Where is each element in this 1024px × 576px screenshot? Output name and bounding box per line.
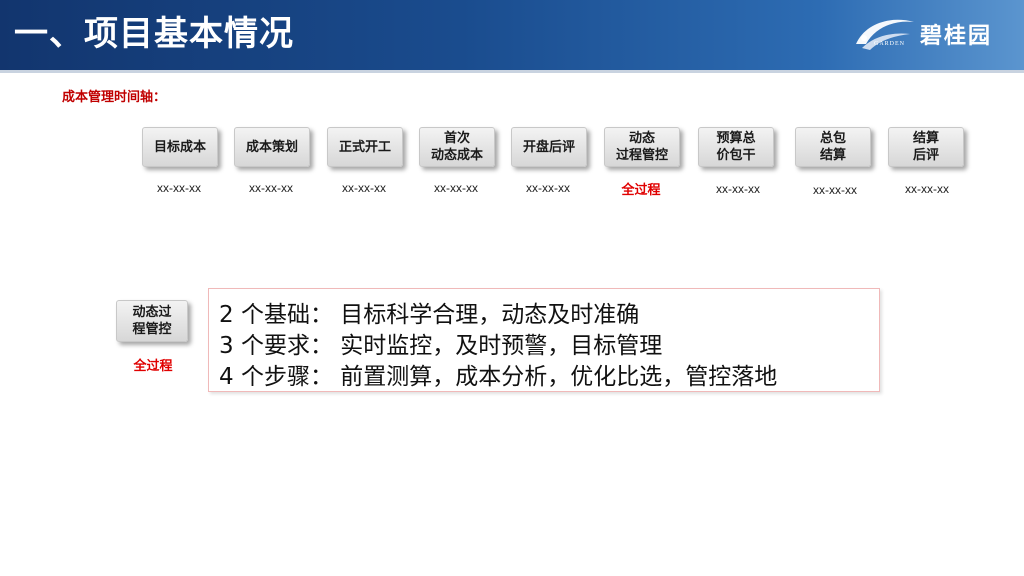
- timeline-date-highlight: 全过程: [621, 182, 661, 197]
- summary-line-foundations: 2 个基础： 目标科学合理，动态及时准确: [219, 302, 640, 328]
- timeline-date: xx-xx-xx: [813, 183, 857, 197]
- timeline-step-target-cost: 目标成本: [142, 127, 218, 167]
- timeline-step-cost-planning: 成本策划: [234, 127, 310, 167]
- timeline-step-dynamic-control: 动态 过程管控: [604, 127, 680, 167]
- timeline-step-settlement-review: 结算 后评: [888, 127, 964, 167]
- timeline-date: xx-xx-xx: [526, 181, 570, 195]
- timeline-step-opening-review: 开盘后评: [511, 127, 587, 167]
- timeline-date: xx-xx-xx: [716, 182, 760, 196]
- header-divider: [0, 70, 1024, 73]
- logo-swirl-icon: [856, 19, 914, 50]
- timeline-date: xx-xx-xx: [157, 181, 201, 195]
- company-logo: GARDEN 碧桂园: [852, 14, 1002, 54]
- timeline-date: xx-xx-xx: [342, 181, 386, 195]
- timeline-label: 成本管理时间轴：: [62, 90, 167, 105]
- summary-line-requirements: 3 个要求： 实时监控，及时预警，目标管理: [219, 333, 663, 359]
- page-title: 一、项目基本情况: [14, 14, 294, 54]
- timeline-step-general-settlement: 总包 结算: [795, 127, 871, 167]
- timeline-date: xx-xx-xx: [249, 181, 293, 195]
- badge-note: 全过程: [133, 358, 173, 373]
- logo-sub-text: GARDEN: [874, 41, 905, 47]
- logo-text: 碧桂园: [920, 23, 993, 49]
- summary-line-steps: 4 个步骤： 前置测算，成本分析，优化比选，管控落地: [219, 364, 778, 390]
- timeline-date: xx-xx-xx: [434, 181, 478, 195]
- timeline-step-construction-start: 正式开工: [327, 127, 403, 167]
- timeline-date: xx-xx-xx: [905, 182, 949, 196]
- timeline-step-budget-lump-sum: 预算总 价包干: [698, 127, 774, 167]
- timeline-step-first-dynamic-cost: 首次 动态成本: [419, 127, 495, 167]
- dynamic-control-badge: 动态过 程管控: [116, 300, 188, 342]
- summary-box: 2 个基础： 目标科学合理，动态及时准确 3 个要求： 实时监控，及时预警，目标…: [208, 288, 880, 392]
- header-bar: 一、项目基本情况 GARDEN 碧桂园: [0, 0, 1024, 70]
